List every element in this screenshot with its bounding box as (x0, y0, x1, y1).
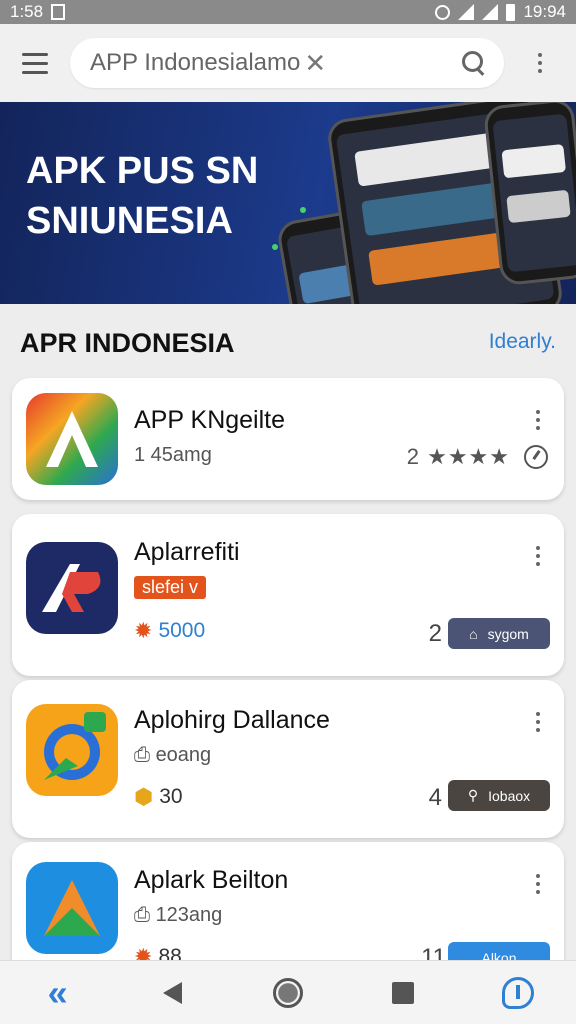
home-icon[interactable] (258, 963, 318, 1023)
assistant-icon[interactable] (488, 963, 548, 1023)
app-name: APP KNgeilte (134, 406, 286, 434)
decor-dot (300, 207, 306, 213)
more-vertical-icon[interactable] (530, 546, 546, 566)
app-icon (26, 393, 118, 485)
download-count: ⬢ 30 (134, 784, 183, 810)
decor-dot (272, 244, 278, 250)
app-size: 1 45amg (134, 444, 212, 466)
app-size-row: ⎙ eoang (134, 744, 211, 767)
person-icon: ⚲ (467, 787, 479, 803)
star-icons: ★★★★ (427, 444, 510, 469)
back-double-icon[interactable]: « (28, 963, 88, 1023)
alarm-icon (435, 4, 451, 20)
status-bar: 1:58 19:94 (0, 0, 576, 24)
banner-title-line1: APK PUS SN (26, 150, 259, 192)
right-number: 4 (428, 784, 442, 811)
back-icon[interactable] (143, 963, 203, 1023)
action-button[interactable]: ⌂ sygom (448, 618, 550, 649)
more-vertical-icon[interactable] (530, 712, 546, 732)
top-app-bar: APP Indonesialamo ✕ (0, 24, 576, 102)
count-value: 30 (159, 785, 183, 808)
recents-icon[interactable] (373, 963, 433, 1023)
app-name: Aplohirg Dallance (134, 706, 330, 734)
gear-icon: ✹ (134, 618, 153, 643)
rating-number: 2 (406, 444, 420, 469)
more-vertical-icon[interactable] (504, 24, 576, 102)
section-title: APR INDONESIA (20, 328, 235, 358)
app-name: Aplark Beilton (134, 866, 289, 894)
action-label: sygom (487, 625, 529, 642)
download-count: ✹ 5000 (134, 618, 205, 644)
app-name: Aplarrefiti (134, 538, 240, 566)
app-size: eoang (155, 744, 212, 766)
signal-icon (482, 4, 499, 20)
compass-icon[interactable] (524, 445, 548, 469)
search-input[interactable]: APP Indonesialamo (90, 49, 300, 77)
app-size: 123ang (155, 904, 223, 926)
wifi-icon (458, 4, 475, 20)
app-card[interactable]: Aplohirg Dallance ⎙ eoang ⬢ 30 4 ⚲ Iobao… (12, 680, 564, 838)
count-value: 5000 (158, 619, 206, 642)
status-time: 1:58 (10, 2, 44, 21)
section-link[interactable]: Idearly. (489, 330, 556, 354)
search-icon[interactable] (462, 51, 486, 75)
award-icon: ⬢ (134, 784, 154, 809)
battery-icon (506, 3, 516, 21)
notification-icon (51, 4, 66, 20)
hamburger-menu-icon[interactable] (0, 24, 70, 102)
right-number: 2 (428, 620, 442, 647)
status-clock: 19:94 (523, 2, 566, 21)
app-icon (26, 862, 118, 954)
app-card[interactable]: Aplarrefiti slefei v ✹ 5000 2 ⌂ sygom (12, 514, 564, 676)
action-button[interactable]: ⚲ Iobaox (448, 780, 550, 811)
banner-title-line2: SNIUNESIA (26, 200, 233, 243)
rating-stars: 2 ★★★★ (407, 444, 510, 470)
clear-icon[interactable]: ✕ (304, 48, 326, 79)
more-vertical-icon[interactable] (530, 874, 546, 894)
app-card[interactable]: APP KNgeilte 1 45amg 2 ★★★★ (12, 378, 564, 500)
search-bar[interactable]: APP Indonesialamo ✕ (70, 38, 504, 88)
app-icon (26, 704, 118, 796)
app-icon (26, 542, 118, 634)
download-icon: ⎙ (134, 904, 156, 926)
download-icon: ⎙ (134, 744, 156, 766)
app-badge: slefei v (134, 576, 207, 599)
banner-title: APK PUS SN SNIUNESIA (26, 146, 258, 246)
app-size-row: ⎙ 123ang (134, 904, 222, 927)
more-vertical-icon[interactable] (530, 410, 546, 430)
action-label: Iobaox (488, 787, 531, 804)
system-nav-bar: « (0, 960, 576, 1024)
home-icon: ⌂ (469, 625, 478, 642)
promo-banner[interactable]: APK PUS SN SNIUNESIA (0, 102, 576, 304)
